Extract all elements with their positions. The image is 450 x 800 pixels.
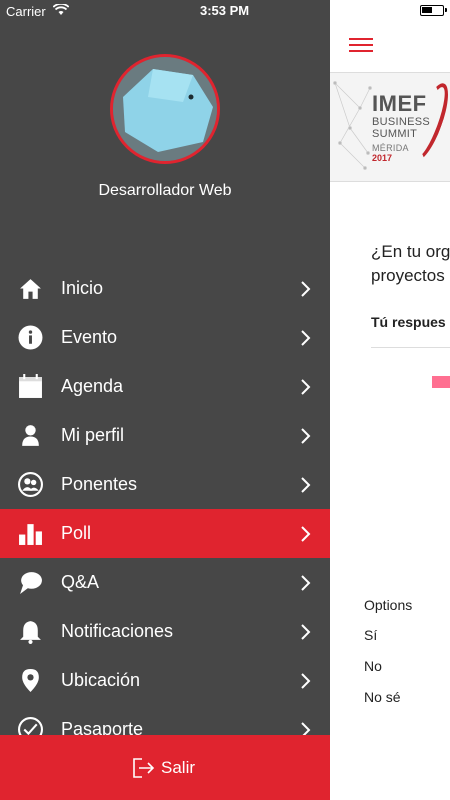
navigation-drawer: Carrier 3:53 PM Desarrollador Web Inicio… (0, 0, 330, 800)
speakers-icon (18, 472, 43, 497)
location-pin-icon (22, 669, 39, 692)
menu-label: Agenda (61, 376, 124, 396)
drawer-menu: Inicio Evento Agenda Mi perfil Ponentes … (0, 264, 330, 754)
hamburger-menu-icon[interactable] (349, 38, 373, 54)
logout-label: Salir (161, 758, 196, 777)
menu-item-poll[interactable]: Poll (0, 509, 330, 558)
poll-question-line1: ¿En tu org (371, 242, 450, 261)
chevron-right-icon (301, 330, 311, 346)
status-bar: Carrier 3:53 PM (0, 0, 330, 22)
option-si[interactable]: Sí (364, 627, 377, 643)
avatar[interactable] (110, 54, 220, 164)
clock: 3:53 PM (200, 3, 250, 18)
chevron-right-icon (301, 428, 311, 444)
menu-item-agenda[interactable]: Agenda (0, 362, 330, 411)
bar-chart-icon (19, 524, 42, 545)
wifi-icon (53, 4, 69, 15)
info-icon (18, 325, 43, 350)
menu-label: Poll (61, 523, 92, 543)
content-panel: IMEF BUSINESS SUMMIT MÉRIDA 2017 ¿En tu … (330, 0, 450, 800)
menu-item-ponentes[interactable]: Ponentes (0, 460, 330, 509)
result-bar (432, 376, 450, 388)
chevron-right-icon (301, 281, 311, 297)
chat-bubble-icon (20, 572, 42, 594)
chevron-right-icon (301, 673, 311, 689)
status-bar-right (330, 0, 450, 22)
chevron-right-icon (301, 379, 311, 395)
menu-label: Q&A (61, 572, 100, 592)
options-header: Options (364, 597, 413, 613)
home-icon (20, 279, 41, 299)
calendar-icon (19, 374, 42, 398)
answer-label: Tú respues (371, 314, 446, 330)
username: Desarrollador Web (98, 182, 232, 199)
chevron-right-icon (301, 575, 311, 591)
poll-question: ¿En tu org proyectos (371, 240, 450, 288)
bell-icon (20, 621, 41, 644)
menu-item-notificaciones[interactable]: Notificaciones (0, 607, 330, 656)
menu-label: Inicio (61, 278, 104, 298)
event-banner: IMEF BUSINESS SUMMIT MÉRIDA 2017 (330, 72, 450, 182)
option-no[interactable]: No (364, 658, 382, 674)
menu-item-evento[interactable]: Evento (0, 313, 330, 362)
menu-item-mi-perfil[interactable]: Mi perfil (0, 411, 330, 460)
logout-icon (133, 758, 155, 778)
poll-question-line2: proyectos (371, 266, 445, 285)
person-icon (22, 425, 39, 446)
menu-label: Evento (61, 327, 118, 347)
divider (371, 347, 450, 348)
avatar-image (113, 57, 217, 161)
banner-brand: IMEF (372, 91, 427, 116)
battery-icon (420, 5, 447, 16)
option-no-se[interactable]: No sé (364, 689, 401, 705)
banner-year: 2017 (372, 153, 393, 163)
menu-item-ubicacion[interactable]: Ubicación (0, 656, 330, 705)
chevron-right-icon (301, 624, 311, 640)
carrier-label: Carrier (6, 4, 46, 19)
banner-line2: SUMMIT (372, 128, 418, 140)
menu-label: Mi perfil (61, 425, 125, 445)
menu-label: Ponentes (61, 474, 138, 494)
chevron-right-icon (301, 526, 311, 542)
chevron-right-icon (301, 477, 311, 493)
menu-label: Notificaciones (61, 621, 174, 641)
menu-item-qa[interactable]: Q&A (0, 558, 330, 607)
menu-label: Ubicación (61, 670, 141, 690)
banner-city: MÉRIDA (372, 143, 409, 153)
menu-item-inicio[interactable]: Inicio (0, 264, 330, 313)
banner-line1: BUSINESS (372, 116, 431, 128)
logout-button[interactable]: Salir (0, 735, 330, 800)
